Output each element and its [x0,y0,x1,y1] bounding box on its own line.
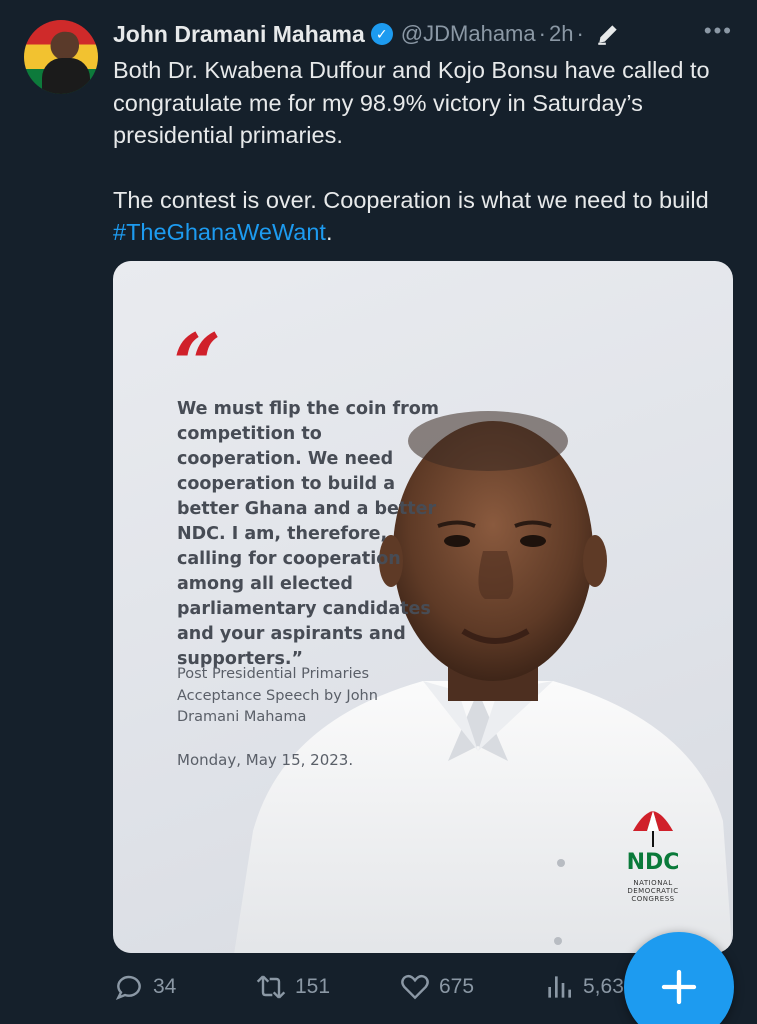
avatar[interactable] [24,20,98,94]
tweet-time[interactable]: 2h [549,21,573,47]
tweet-paragraph-2: The contest is over. Cooperation is what… [113,184,728,249]
tweet-header: John Dramani Mahama ✓ @JDMahama · 2h · •… [113,18,733,50]
separator: · [538,21,546,46]
ndc-logo-sub-line: DEMOCRATIC [627,887,679,895]
reply-count: 34 [153,975,177,998]
like-button[interactable]: 675 [399,965,474,1009]
quote-date: Monday, May 15, 2023. [177,751,354,769]
like-count: 675 [439,975,475,998]
repost-button[interactable]: 151 [255,965,330,1009]
reply-button[interactable]: 34 [113,965,176,1009]
hashtag-link[interactable]: #TheGhanaWeWant [113,219,326,245]
tweet-paragraph-2-text: The contest is over. Cooperation is what… [113,186,709,213]
like-icon [401,974,429,1000]
repost-icon [256,975,286,999]
reply-icon [115,975,141,1000]
author-name[interactable]: John Dramani Mahama [113,21,365,48]
umbrella-icon [633,811,673,847]
more-icon[interactable]: ••• [704,18,733,44]
verified-icon: ✓ [370,23,393,45]
ndc-logo-sub-line: CONGRESS [631,895,675,903]
separator: · [576,21,584,46]
views-icon [548,976,571,998]
plus-icon [661,969,697,1005]
quote-mark: “ [173,315,222,414]
tweet-text: Both Dr. Kwabena Duffour and Kojo Bonsu … [113,54,728,249]
ndc-logo-sub: NATIONAL DEMOCRATIC CONGRESS [608,879,698,903]
ndc-logo: NDC NATIONAL DEMOCRATIC CONGRESS [608,809,698,909]
tweet[interactable]: John Dramani Mahama ✓ @JDMahama · 2h · •… [0,0,757,1024]
quote-text: We must flip the coin from competition t… [177,399,440,669]
views-button[interactable]: 5,63 [543,965,624,1009]
repost-count: 151 [295,975,331,998]
ndc-logo-text: NDC [626,850,680,875]
avatar-body [42,58,90,94]
quote-source: Post Presidential Primaries Acceptance S… [177,666,378,725]
ndc-logo-sub-line: NATIONAL [633,879,673,887]
views-count: 5,63 [583,975,624,998]
edit-icon[interactable] [595,21,621,47]
tweet-paragraph-2-end: . [325,219,333,245]
tweet-paragraph-1: Both Dr. Kwabena Duffour and Kojo Bonsu … [113,57,710,148]
avatar-head [57,32,79,58]
author-handle[interactable]: @JDMahama [401,21,536,47]
tweet-media[interactable]: “ We must flip the coin from competition… [113,261,733,953]
